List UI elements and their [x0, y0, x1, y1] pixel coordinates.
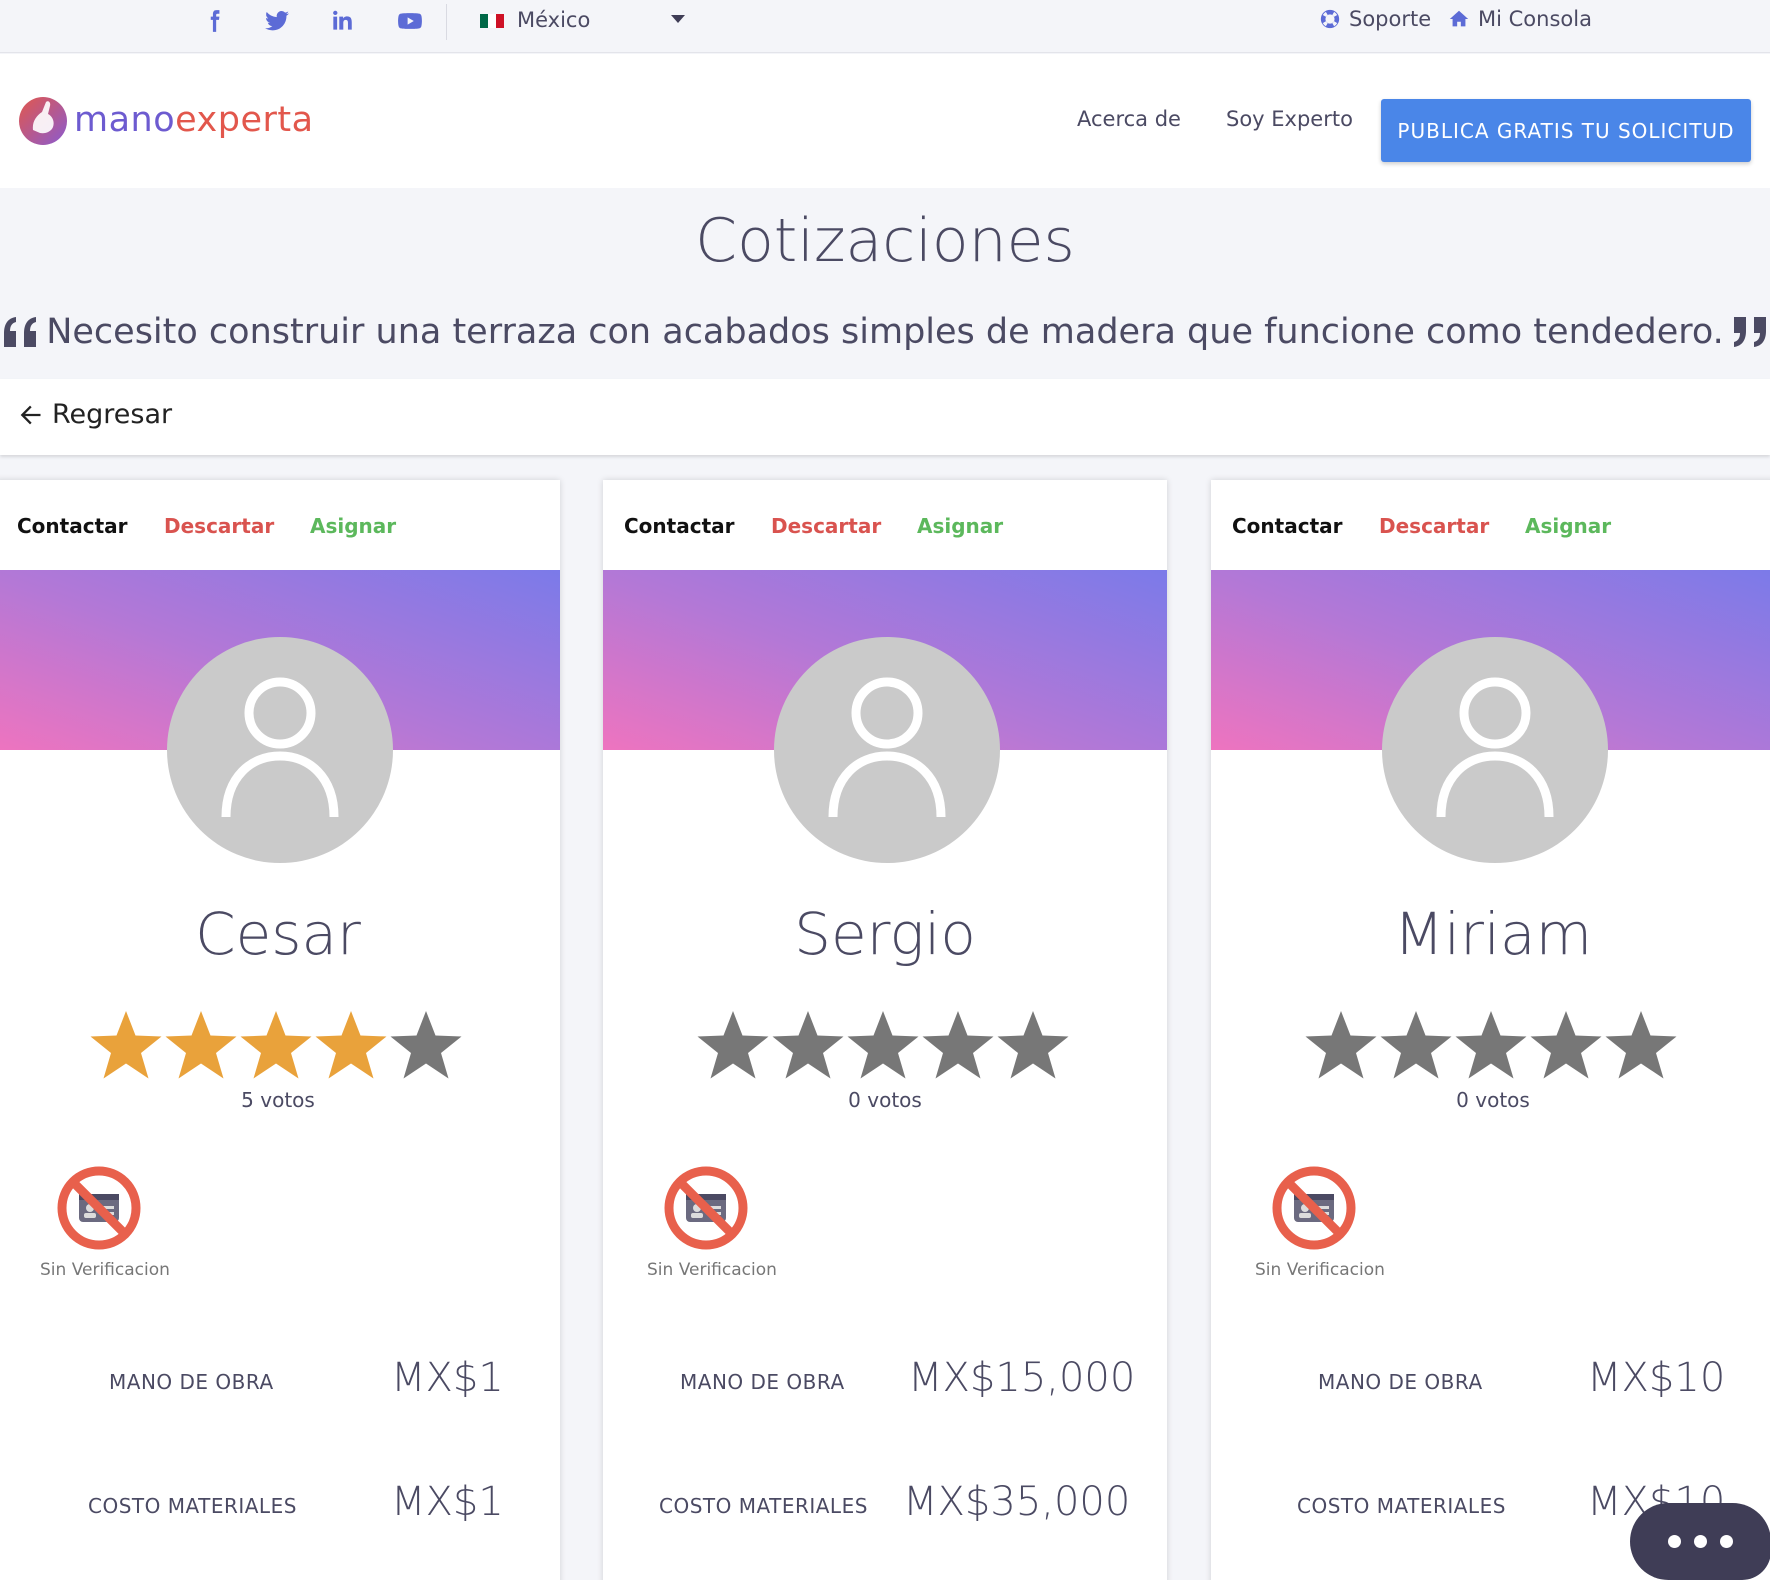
rating-stars — [88, 1007, 463, 1083]
star-icon — [165, 1011, 237, 1079]
contact-button[interactable]: Contactar — [17, 514, 128, 538]
assign-button[interactable]: Asignar — [310, 514, 396, 538]
brand-logo-text: manoexperta — [74, 100, 314, 140]
back-button[interactable]: Regresar — [16, 399, 172, 430]
quote-close-icon — [1733, 317, 1766, 347]
labor-value: MX$1 — [391, 1355, 504, 1401]
quote-card: Contactar Descartar Asignar Miriam 0 vot… — [1211, 480, 1770, 1580]
verification-status: Sin Verificacion — [40, 1260, 170, 1280]
star-icon — [1380, 1011, 1452, 1079]
mexico-flag-icon — [480, 14, 504, 28]
materials-label: COSTO MATERIALES — [88, 1494, 297, 1518]
star-icon — [90, 1011, 162, 1079]
top-divider — [446, 4, 447, 40]
star-icon — [772, 1011, 844, 1079]
dot-icon — [1720, 1535, 1733, 1548]
request-description: Necesito construir una terraza con acaba… — [46, 312, 1724, 352]
dot-icon — [1668, 1535, 1681, 1548]
labor-label: MANO DE OBRA — [109, 1370, 274, 1394]
card-actions: Contactar Descartar Asignar — [0, 480, 560, 570]
request-quote: Necesito construir una terraza con acaba… — [0, 312, 1770, 352]
nav-link-about[interactable]: Acerca de — [1077, 107, 1181, 131]
chat-button[interactable] — [1630, 1503, 1770, 1580]
expert-name[interactable]: Cesar — [0, 900, 560, 968]
support-link[interactable]: Soporte — [1319, 7, 1431, 31]
star-icon — [922, 1011, 994, 1079]
contact-button[interactable]: Contactar — [1232, 514, 1343, 538]
avatar[interactable] — [1382, 637, 1608, 863]
avatar[interactable] — [167, 637, 393, 863]
materials-value: MX$1 — [391, 1479, 504, 1525]
materials-value: MX$35,000 — [903, 1479, 1131, 1525]
chevron-down-icon[interactable] — [671, 15, 685, 23]
lifebuoy-icon — [1320, 9, 1340, 29]
publish-request-button[interactable]: PUBLICA GRATIS TU SOLICITUD — [1381, 99, 1751, 162]
unverified-id-icon — [57, 1166, 141, 1250]
discard-button[interactable]: Descartar — [1379, 514, 1489, 538]
console-link[interactable]: Mi Consola — [1448, 7, 1592, 31]
verification-status: Sin Verificacion — [647, 1260, 777, 1280]
avatar[interactable] — [774, 637, 1000, 863]
labor-label: MANO DE OBRA — [1318, 1370, 1483, 1394]
star-icon — [390, 1011, 462, 1079]
star-icon — [1455, 1011, 1527, 1079]
home-icon — [1449, 10, 1469, 27]
star-icon — [240, 1011, 312, 1079]
top-bar: México Soporte Mi Consola — [0, 0, 1770, 53]
discard-button[interactable]: Descartar — [771, 514, 881, 538]
unverified-id-icon — [1272, 1166, 1356, 1250]
linkedin-icon[interactable] — [327, 6, 357, 36]
user-icon — [1436, 677, 1554, 818]
brand-logo[interactable]: manoexperta — [18, 94, 314, 146]
user-icon — [828, 677, 946, 818]
twitter-icon[interactable] — [262, 6, 292, 36]
youtube-icon[interactable] — [395, 6, 425, 36]
back-bar: Regresar — [0, 379, 1770, 455]
materials-label: COSTO MATERIALES — [1297, 1494, 1506, 1518]
card-actions: Contactar Descartar Asignar — [603, 480, 1167, 570]
contact-button[interactable]: Contactar — [624, 514, 735, 538]
star-icon — [997, 1011, 1069, 1079]
country-select[interactable]: México — [517, 8, 590, 32]
star-icon — [1530, 1011, 1602, 1079]
page-title: Cotizaciones — [695, 206, 1075, 276]
expert-name[interactable]: Sergio — [603, 900, 1167, 968]
card-actions: Contactar Descartar Asignar — [1211, 480, 1770, 570]
console-label: Mi Consola — [1478, 7, 1592, 31]
assign-button[interactable]: Asignar — [1525, 514, 1611, 538]
quote-open-icon — [4, 317, 37, 347]
unverified-id-icon — [664, 1166, 748, 1250]
votes-count: 0 votos — [1456, 1088, 1530, 1112]
dot-icon — [1694, 1535, 1707, 1548]
rating-stars — [1303, 1007, 1678, 1083]
verification-status: Sin Verificacion — [1255, 1260, 1385, 1280]
votes-count: 5 votos — [241, 1088, 315, 1112]
labor-label: MANO DE OBRA — [680, 1370, 845, 1394]
votes-count: 0 votos — [848, 1088, 922, 1112]
quote-card: Contactar Descartar Asignar Cesar 5 voto… — [0, 480, 560, 1580]
nav-link-expert[interactable]: Soy Experto — [1226, 107, 1353, 131]
brand-logo-icon — [19, 97, 67, 145]
labor-value: MX$10 — [1587, 1355, 1726, 1401]
user-icon — [221, 677, 339, 818]
arrow-left-icon — [20, 405, 41, 424]
back-label: Regresar — [52, 399, 173, 430]
star-icon — [1305, 1011, 1377, 1079]
rating-stars — [695, 1007, 1070, 1083]
main-navbar: manoexperta Acerca de Soy Experto PUBLIC… — [0, 54, 1770, 188]
assign-button[interactable]: Asignar — [917, 514, 1003, 538]
star-icon — [1605, 1011, 1677, 1079]
facebook-icon[interactable] — [199, 6, 229, 36]
support-label: Soporte — [1349, 7, 1432, 31]
star-icon — [315, 1011, 387, 1079]
star-icon — [697, 1011, 769, 1079]
quote-card: Contactar Descartar Asignar Sergio 0 vot… — [603, 480, 1167, 1580]
expert-name[interactable]: Miriam — [1211, 900, 1770, 968]
labor-value: MX$15,000 — [908, 1355, 1136, 1401]
materials-label: COSTO MATERIALES — [659, 1494, 868, 1518]
star-icon — [847, 1011, 919, 1079]
discard-button[interactable]: Descartar — [164, 514, 274, 538]
